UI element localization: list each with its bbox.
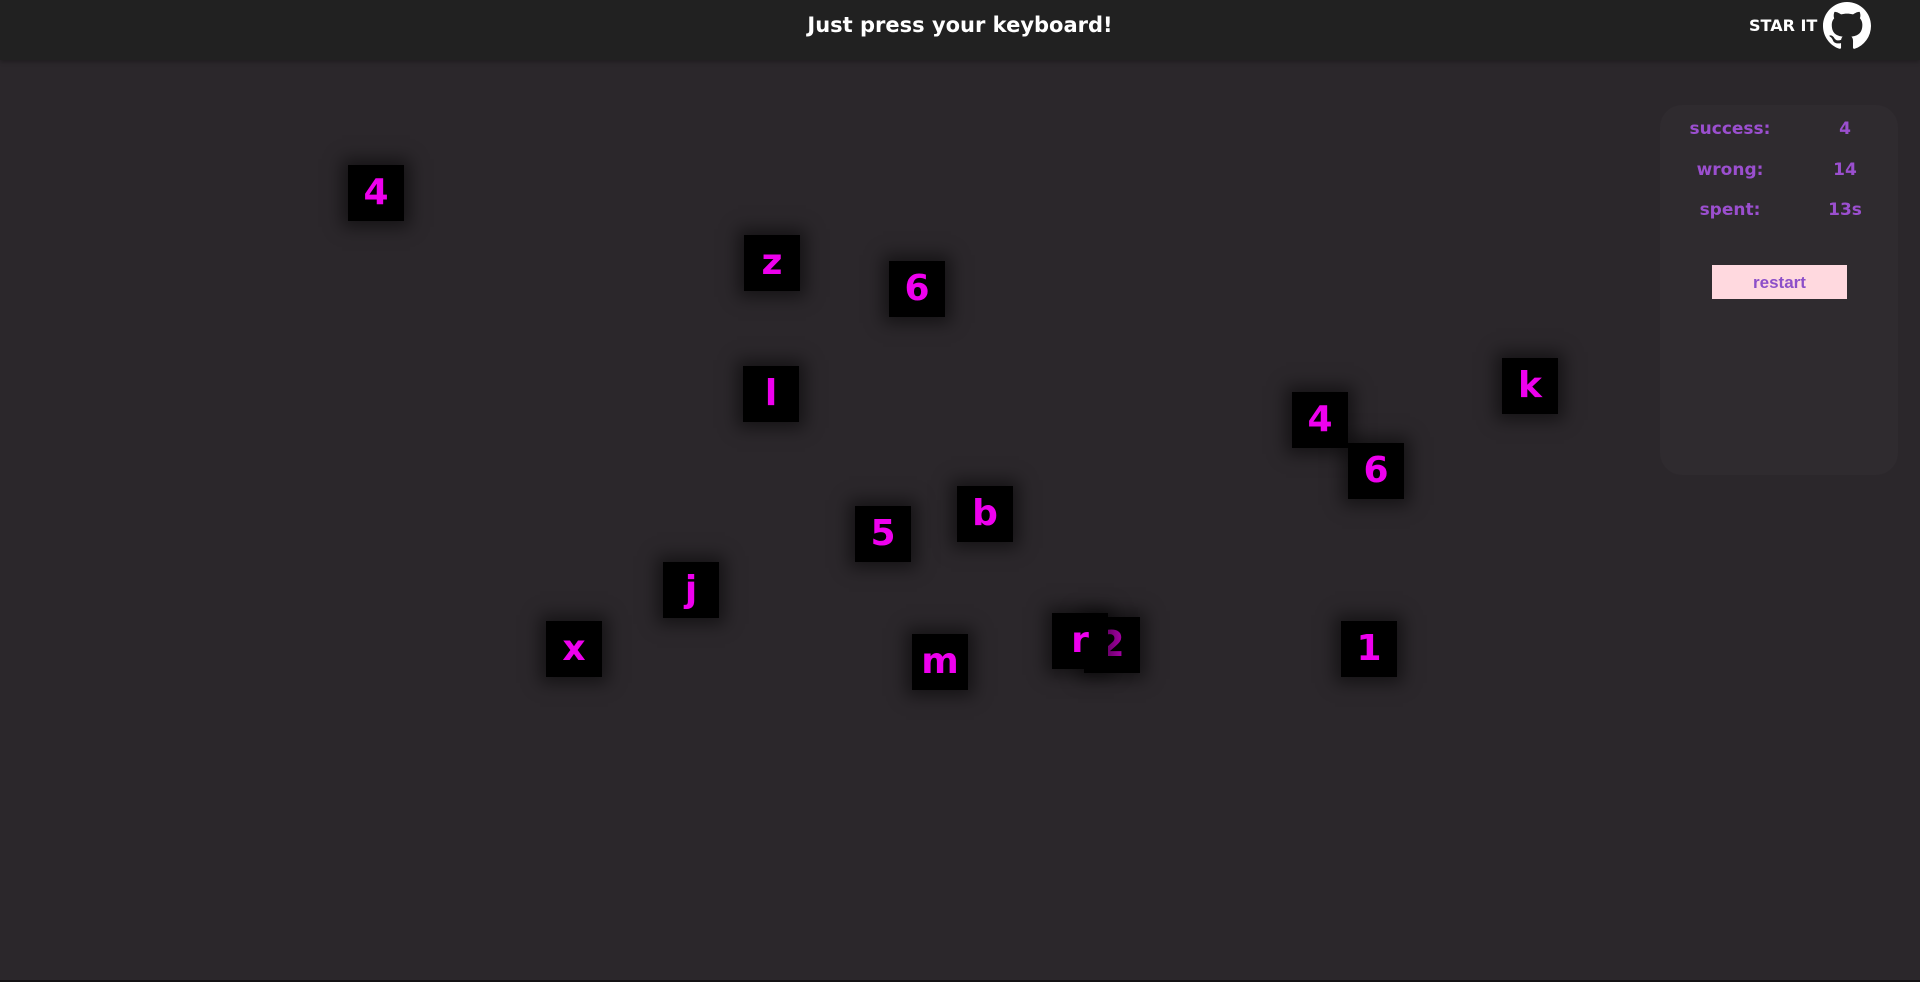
key-tile: 5 — [855, 506, 911, 562]
top-bar: Just press your keyboard! STAR IT — [0, 0, 1920, 60]
star-it-link[interactable]: STAR IT — [1749, 16, 1817, 35]
key-tile: l — [743, 366, 799, 422]
key-tile: 1 — [1341, 621, 1397, 677]
key-tile: b — [957, 486, 1013, 542]
key-tile: 6 — [1348, 443, 1404, 499]
key-tile: j — [663, 562, 719, 618]
key-tile: 4 — [1292, 392, 1348, 448]
page-title: Just press your keyboard! — [807, 13, 1113, 37]
key-tile: z — [744, 235, 800, 291]
key-tile: r — [1052, 613, 1108, 669]
key-tile: m — [912, 634, 968, 690]
key-tile: 4 — [348, 165, 404, 221]
github-icon[interactable] — [1823, 2, 1871, 50]
key-tile: k — [1502, 358, 1558, 414]
key-tile: x — [546, 621, 602, 677]
game-area[interactable]: 4 z 6 l 4 k 6 5 b j x m 2 r 1 — [0, 60, 1920, 982]
key-tile: 6 — [889, 261, 945, 317]
